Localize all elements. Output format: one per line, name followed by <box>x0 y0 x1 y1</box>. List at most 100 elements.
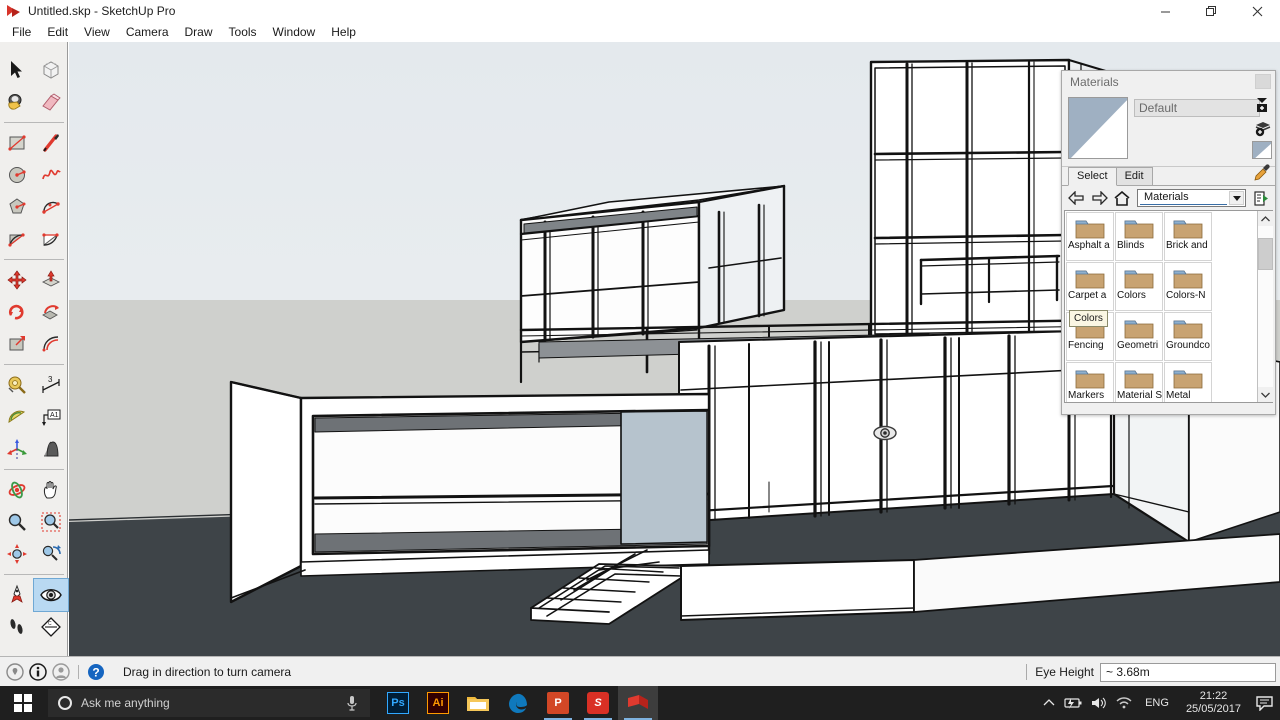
forward-arrow-icon[interactable] <box>1089 188 1109 208</box>
rotate-tool[interactable] <box>0 296 34 328</box>
freehand-tool[interactable] <box>34 159 68 191</box>
scroll-down-arrow-icon[interactable] <box>1258 387 1273 402</box>
scrollbar-track[interactable] <box>1258 226 1273 387</box>
zoom-tool[interactable] <box>0 506 34 538</box>
protractor-tool[interactable] <box>0 401 34 433</box>
move-tool[interactable] <box>0 264 34 296</box>
material-name-field[interactable]: Default <box>1134 99 1260 117</box>
sample-paint-eyedropper-icon[interactable] <box>1253 164 1271 184</box>
offset-tool[interactable] <box>34 328 68 360</box>
status-message: Drag in direction to turn camera <box>123 665 291 679</box>
language-indicator[interactable]: ENG <box>1137 686 1177 720</box>
action-center-icon[interactable] <box>1250 686 1278 720</box>
folder-item[interactable]: Asphalt a <box>1066 212 1114 261</box>
tape-measure-tool[interactable] <box>0 369 34 401</box>
scale-tool[interactable] <box>0 328 34 360</box>
home-icon[interactable] <box>1112 188 1132 208</box>
previous-view-tool[interactable] <box>34 538 68 570</box>
close-button[interactable] <box>1234 0 1280 22</box>
selected-material-swatch[interactable] <box>1068 97 1128 159</box>
text-tool[interactable]: A1 <box>34 401 68 433</box>
line-tool[interactable] <box>34 127 68 159</box>
folder-label: Groundco <box>1165 340 1211 352</box>
dimension-tool[interactable]: 3 <box>34 369 68 401</box>
back-arrow-icon[interactable] <box>1066 188 1086 208</box>
library-select[interactable]: Materials <box>1137 189 1246 207</box>
collapse-tray-button[interactable] <box>1255 74 1271 89</box>
create-material-button[interactable] <box>1252 118 1272 138</box>
menu-draw[interactable]: Draw <box>177 23 221 41</box>
three-d-text-tool[interactable] <box>34 433 68 465</box>
taskbar-app-sketchup[interactable] <box>618 686 658 720</box>
select-tool[interactable] <box>0 54 34 86</box>
menu-file[interactable]: File <box>4 23 39 41</box>
menu-tools[interactable]: Tools <box>221 23 265 41</box>
polygon-tool[interactable] <box>0 191 34 223</box>
materials-grid-scrollbar[interactable] <box>1257 211 1272 402</box>
microphone-icon[interactable] <box>346 695 358 716</box>
section-plane-tool[interactable]: C <box>34 611 68 643</box>
speaker-icon[interactable] <box>1087 686 1111 720</box>
look-around-tool[interactable] <box>34 579 68 611</box>
clock[interactable]: 21:22 25/05/2017 <box>1178 686 1249 720</box>
taskbar-app-microsoft-edge[interactable] <box>498 686 538 720</box>
scroll-up-arrow-icon[interactable] <box>1258 211 1273 226</box>
restore-button[interactable] <box>1188 0 1234 22</box>
default-material-swatch[interactable] <box>1252 141 1272 159</box>
folder-item[interactable]: Groundco <box>1164 312 1212 361</box>
folder-item[interactable]: Markers <box>1066 362 1114 402</box>
tab-edit[interactable]: Edit <box>1116 167 1153 185</box>
details-menu-icon[interactable] <box>1251 188 1271 208</box>
two-point-arc-tool[interactable] <box>0 223 34 255</box>
axes-tool[interactable] <box>0 433 34 465</box>
taskbar-app-illustrator[interactable]: Ai <box>418 686 458 720</box>
credits-info-icon[interactable] <box>29 663 47 681</box>
walk-tool[interactable] <box>0 611 34 643</box>
position-camera-tool[interactable] <box>0 579 34 611</box>
menu-view[interactable]: View <box>76 23 118 41</box>
account-icon[interactable] <box>52 663 70 681</box>
folder-item[interactable]: Carpet a <box>1066 262 1114 311</box>
measurement-value-box[interactable]: ~ 3.68m <box>1100 663 1276 682</box>
search-input[interactable]: Ask me anything <box>48 689 370 717</box>
taskbar-app-file-explorer[interactable] <box>458 686 498 720</box>
pie-tool[interactable] <box>34 223 68 255</box>
rectangle-tool[interactable] <box>0 127 34 159</box>
tab-select[interactable]: Select <box>1068 167 1117 186</box>
taskbar-app-snagit[interactable]: S <box>578 686 618 720</box>
menu-help[interactable]: Help <box>323 23 364 41</box>
chevron-down-icon[interactable] <box>1229 191 1244 205</box>
push-pull-tool[interactable] <box>34 264 68 296</box>
geo-location-icon[interactable] <box>6 663 24 681</box>
folder-item[interactable]: Colors-N <box>1164 262 1212 311</box>
zoom-window-tool[interactable] <box>34 506 68 538</box>
menu-window[interactable]: Window <box>265 23 324 41</box>
taskbar-app-photoshop[interactable]: Ps <box>378 686 418 720</box>
folder-item[interactable]: Colors <box>1115 262 1163 311</box>
windows-start-icon[interactable] <box>0 686 46 720</box>
folder-item[interactable]: Geometri <box>1115 312 1163 361</box>
circle-tool[interactable] <box>0 159 34 191</box>
chevron-up-icon[interactable] <box>1037 686 1061 720</box>
folder-item[interactable]: Material S <box>1115 362 1163 402</box>
paint-bucket-tool[interactable] <box>0 86 34 118</box>
pan-tool[interactable] <box>34 474 68 506</box>
folder-item[interactable]: Metal <box>1164 362 1212 402</box>
zoom-extents-tool[interactable] <box>0 538 34 570</box>
orbit-tool[interactable] <box>0 474 34 506</box>
wifi-icon[interactable] <box>1112 686 1136 720</box>
scrollbar-thumb[interactable] <box>1258 238 1273 270</box>
battery-icon[interactable] <box>1062 686 1086 720</box>
help-icon[interactable]: ? <box>87 663 105 681</box>
follow-me-tool[interactable] <box>34 296 68 328</box>
menu-camera[interactable]: Camera <box>118 23 177 41</box>
minimize-button[interactable] <box>1142 0 1188 22</box>
folder-item[interactable]: Brick and <box>1164 212 1212 261</box>
taskbar-app-powerpoint[interactable]: P <box>538 686 578 720</box>
menu-edit[interactable]: Edit <box>39 23 76 41</box>
arc-tool[interactable] <box>34 191 68 223</box>
eraser-tool[interactable] <box>34 86 68 118</box>
folder-item[interactable]: Blinds <box>1115 212 1163 261</box>
display-secondary-pane-button[interactable] <box>1252 95 1272 115</box>
make-component-tool[interactable] <box>34 54 68 86</box>
